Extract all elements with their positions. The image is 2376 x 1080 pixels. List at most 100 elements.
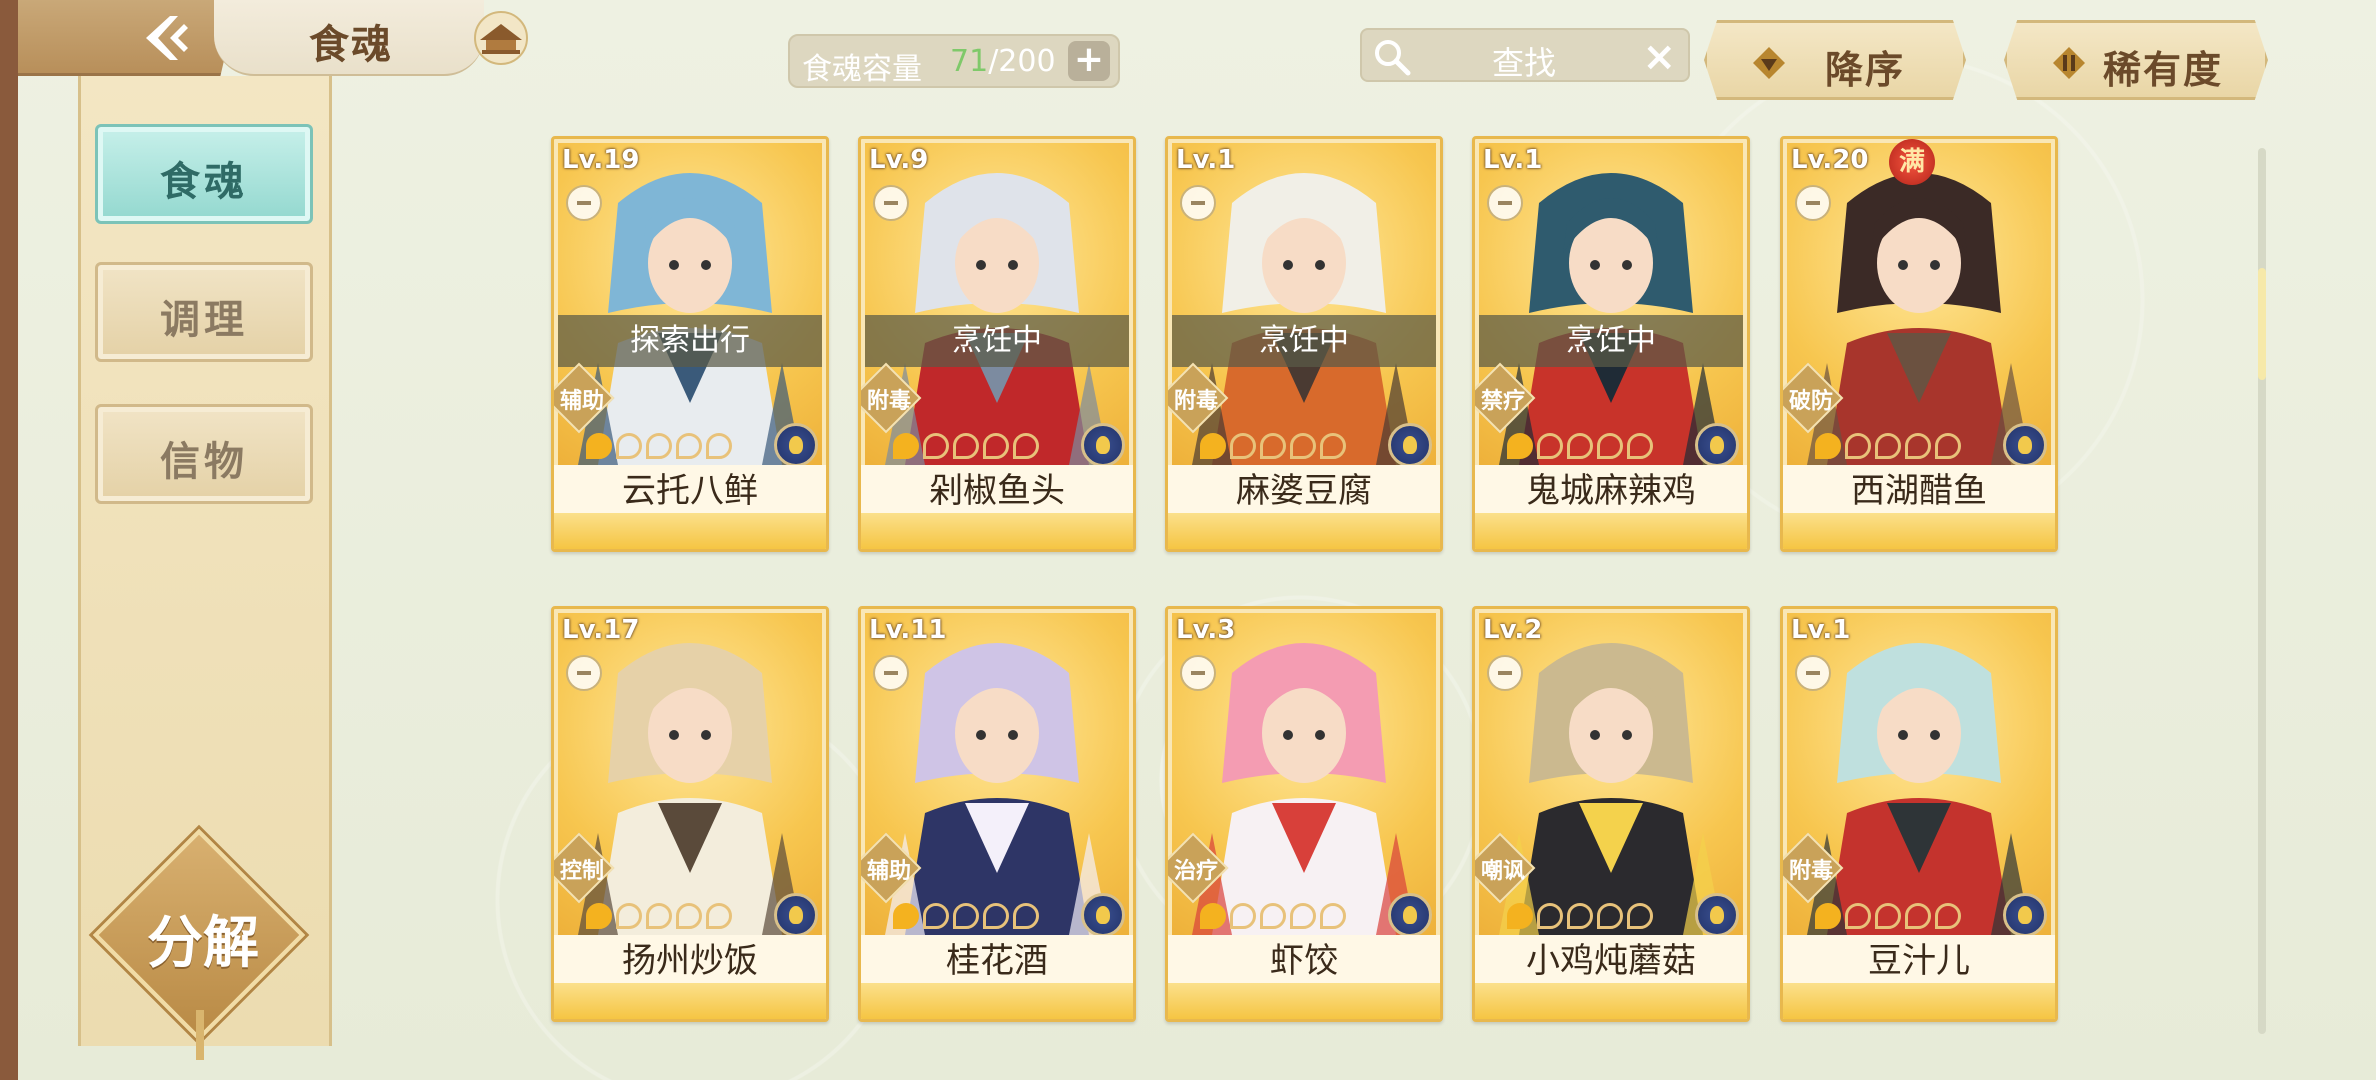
role-badge: 附毒 — [1168, 362, 1229, 434]
rarity-emblem-icon — [774, 423, 818, 467]
sidebar-item-label: 信物 — [160, 438, 248, 485]
flame-star-icon — [586, 903, 612, 929]
flame-star-icon — [1200, 433, 1226, 459]
card-name: 麻婆豆腐 — [1168, 465, 1440, 517]
flame-star-icon — [1597, 903, 1623, 929]
card-level: Lv.1 — [1483, 145, 1543, 175]
sort-down-icon — [1753, 47, 1785, 79]
clear-search-button[interactable]: × — [1642, 34, 1676, 80]
flame-star-icon — [1537, 903, 1563, 929]
lock-icon[interactable] — [1487, 655, 1523, 691]
lock-icon[interactable] — [566, 185, 602, 221]
search-icon — [1375, 40, 1411, 76]
flame-star-icon — [893, 903, 919, 929]
page-title: 食魂 — [309, 21, 393, 68]
lock-icon[interactable] — [1795, 655, 1831, 691]
flame-star-icon — [1230, 903, 1256, 929]
capacity-current: 71 — [950, 44, 989, 79]
sort-swap-icon — [2053, 47, 2085, 79]
flame-star-icon — [1627, 433, 1653, 459]
flame-star-icon — [1845, 433, 1871, 459]
card-bottom-bar — [554, 513, 826, 549]
role-badge: 辅助 — [554, 362, 615, 434]
flame-star-icon — [1935, 903, 1961, 929]
rarity-emblem-icon — [2003, 893, 2047, 937]
flame-star-icon — [646, 433, 672, 459]
lock-icon[interactable] — [1487, 185, 1523, 221]
lock-icon[interactable] — [1795, 185, 1831, 221]
search-box[interactable]: 查找 × — [1360, 28, 1690, 82]
soul-card[interactable]: Lv.19 探索出行 辅助 云托八鲜 — [551, 136, 829, 552]
soul-card[interactable]: Lv.3 治疗 虾饺 — [1165, 606, 1443, 1022]
tassel-decoration — [196, 1010, 204, 1060]
flame-star-icon — [1260, 903, 1286, 929]
card-level: Lv.17 — [562, 615, 640, 645]
card-status-banner: 烹饪中 — [1479, 315, 1743, 367]
back-button[interactable] — [18, 0, 238, 76]
card-name: 豆汁儿 — [1783, 935, 2055, 987]
lock-icon[interactable] — [566, 655, 602, 691]
card-status-banner: 烹饪中 — [865, 315, 1129, 367]
pavilion-icon[interactable] — [466, 10, 536, 66]
flame-star-icon — [1013, 433, 1039, 459]
sort-order-button[interactable]: 降序 — [1704, 20, 1966, 100]
flame-star-icon — [1537, 433, 1563, 459]
soul-card[interactable]: Lv.2 嘲讽 小鸡炖蘑菇 — [1472, 606, 1750, 1022]
card-level: Lv.20 — [1791, 145, 1869, 175]
rarity-emblem-icon — [1081, 893, 1125, 937]
sidebar-item-soul[interactable]: 食魂 — [95, 124, 313, 224]
star-rating — [586, 433, 732, 463]
expand-capacity-button[interactable]: + — [1068, 41, 1110, 81]
rarity-emblem-icon — [1388, 423, 1432, 467]
flame-star-icon — [1260, 433, 1286, 459]
rarity-emblem-icon — [1695, 423, 1739, 467]
flame-star-icon — [616, 433, 642, 459]
flame-star-icon — [1320, 433, 1346, 459]
flame-star-icon — [646, 903, 672, 929]
soul-card[interactable]: Lv.1 烹饪中 禁疗 鬼城麻辣鸡 — [1472, 136, 1750, 552]
role-label: 禁疗 — [1480, 389, 1525, 414]
lock-icon[interactable] — [1180, 655, 1216, 691]
capacity-label: 食魂容量 — [802, 52, 922, 87]
flame-star-icon — [983, 433, 1009, 459]
sort-order-label: 降序 — [1825, 47, 1906, 92]
soul-card[interactable]: Lv.17 控制 扬州炒饭 — [551, 606, 829, 1022]
lock-icon[interactable] — [1180, 185, 1216, 221]
card-name: 小鸡炖蘑菇 — [1475, 935, 1747, 987]
soul-card[interactable]: Lv.20 满破防 西湖醋鱼 — [1780, 136, 2058, 552]
star-rating — [1507, 903, 1653, 933]
flame-star-icon — [1935, 433, 1961, 459]
soul-card[interactable]: Lv.1 烹饪中 附毒 麻婆豆腐 — [1165, 136, 1443, 552]
flame-star-icon — [706, 433, 732, 459]
scrollbar-thumb[interactable] — [2258, 268, 2266, 380]
flame-star-icon — [1875, 433, 1901, 459]
capacity-max: /200 — [988, 44, 1056, 79]
screen-edge — [0, 0, 18, 1080]
soul-card[interactable]: Lv.9 烹饪中 附毒 剁椒鱼头 — [858, 136, 1136, 552]
flame-star-icon — [1567, 903, 1593, 929]
flame-star-icon — [1320, 903, 1346, 929]
flame-star-icon — [923, 903, 949, 929]
rarity-emblem-icon — [1695, 893, 1739, 937]
flame-star-icon — [1290, 433, 1316, 459]
sidebar-item-token[interactable]: 信物 — [95, 404, 313, 504]
card-bottom-bar — [1783, 983, 2055, 1019]
flame-star-icon — [923, 433, 949, 459]
capacity-count: 71/200 — [950, 44, 1056, 79]
role-badge: 附毒 — [861, 362, 922, 434]
role-badge: 治疗 — [1168, 832, 1229, 904]
sort-rarity-button[interactable]: 稀有度 — [2004, 20, 2268, 100]
card-bottom-bar — [861, 513, 1133, 549]
flame-star-icon — [1905, 433, 1931, 459]
role-badge: 嘲讽 — [1475, 832, 1536, 904]
lock-icon[interactable] — [873, 655, 909, 691]
card-level: Lv.19 — [562, 145, 640, 175]
decompose-label: 分解 — [147, 910, 259, 976]
soul-card[interactable]: Lv.1 附毒 豆汁儿 — [1780, 606, 2058, 1022]
flame-star-icon — [953, 903, 979, 929]
lock-icon[interactable] — [873, 185, 909, 221]
soul-card[interactable]: Lv.11 辅助 桂花酒 — [858, 606, 1136, 1022]
flame-star-icon — [1013, 903, 1039, 929]
sidebar-item-cook[interactable]: 调理 — [95, 262, 313, 362]
flame-star-icon — [953, 433, 979, 459]
